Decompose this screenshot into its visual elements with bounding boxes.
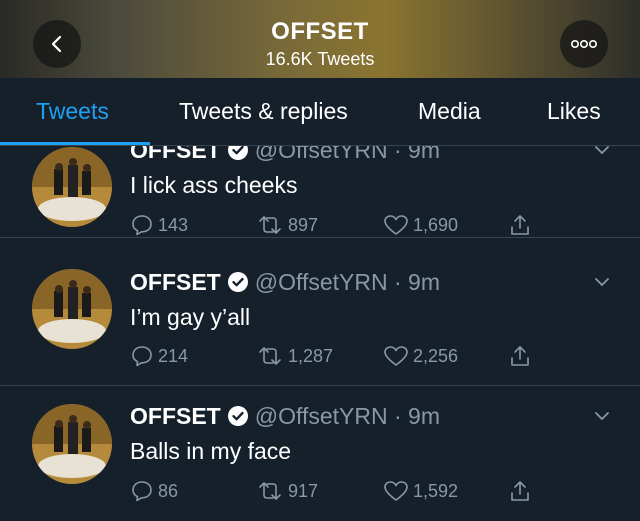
retweet-count: 1,287 (288, 345, 334, 366)
tweet-header: OFFSET @OffsetYRN · 9m (130, 403, 440, 429)
author-name[interactable]: OFFSET (130, 269, 221, 295)
tweet-count: 16.6K Tweets (265, 49, 375, 69)
author-name[interactable]: OFFSET (130, 403, 221, 429)
tab-tweets-replies[interactable]: Tweets & replies (179, 98, 348, 125)
heart-icon (384, 215, 408, 235)
chevron-down-icon[interactable] (594, 277, 610, 287)
retweet-button[interactable]: 1,287 (256, 344, 333, 368)
retweet-button[interactable]: 897 (256, 213, 318, 237)
more-options-icon (570, 39, 597, 49)
avatar[interactable] (32, 269, 112, 349)
share-button[interactable] (508, 344, 536, 368)
like-count: 2,256 (413, 345, 459, 366)
like-button[interactable]: 2,256 (383, 344, 458, 368)
tweet-text: I’m gay y’all (130, 304, 251, 330)
tweet-header: OFFSET @OffsetYRN · 9m (130, 146, 440, 164)
heart-icon (384, 346, 408, 366)
share-button[interactable] (508, 213, 536, 237)
retweet-count: 917 (288, 480, 319, 501)
tweet[interactable]: OFFSET @OffsetYRN · 9m Balls in my face 8… (0, 386, 640, 520)
share-icon (511, 481, 529, 501)
author-handle[interactable]: @OffsetYRN (255, 146, 388, 163)
profile-tabs: Tweets Tweets & replies Media Likes (0, 78, 640, 144)
tweet[interactable]: OFFSET @OffsetYRN · 9m I’m gay y’all 214 … (0, 251, 640, 386)
tweet-text: Balls in my face (130, 438, 292, 464)
tweet-time: 9m (408, 269, 440, 295)
reply-button[interactable]: 214 (130, 344, 188, 368)
more-button[interactable] (560, 20, 608, 68)
retweet-icon (259, 482, 281, 500)
like-count: 1,592 (413, 480, 459, 501)
like-count: 1,690 (413, 214, 459, 235)
profile-header: OFFSET 16.6K Tweets (0, 0, 640, 78)
verified-badge-icon (227, 272, 248, 292)
avatar-image (32, 147, 112, 227)
share-icon (511, 215, 529, 235)
avatar[interactable] (32, 404, 112, 484)
tweet-time: 9m (408, 403, 440, 429)
retweet-count: 897 (288, 214, 319, 235)
reply-count: 214 (158, 345, 189, 366)
tweet-time: 9m (408, 146, 440, 163)
author-name[interactable]: OFFSET (130, 146, 221, 163)
retweet-icon (259, 216, 281, 234)
share-button[interactable] (508, 479, 536, 503)
retweet-icon (259, 347, 281, 365)
tweet-text: I lick ass cheeks (130, 172, 298, 198)
profile-name: OFFSET (271, 18, 369, 45)
like-button[interactable]: 1,690 (383, 213, 458, 237)
reply-icon (132, 346, 152, 367)
tab-tweets[interactable]: Tweets (36, 98, 109, 125)
chevron-down-icon[interactable] (594, 146, 610, 155)
avatar-image (32, 404, 112, 484)
verified-badge-icon (227, 146, 248, 160)
timeline[interactable]: OFFSET @OffsetYRN · 9m I lick ass cheeks … (0, 146, 640, 521)
heart-icon (384, 481, 408, 501)
reply-button[interactable]: 143 (130, 213, 188, 237)
reply-count: 143 (158, 214, 189, 235)
like-button[interactable]: 1,592 (383, 479, 458, 503)
reply-button[interactable]: 86 (130, 479, 178, 503)
retweet-button[interactable]: 917 (256, 479, 318, 503)
reply-icon (132, 215, 152, 236)
tab-media[interactable]: Media (418, 98, 481, 125)
tweet[interactable]: OFFSET @OffsetYRN · 9m I lick ass cheeks … (0, 146, 640, 238)
reply-icon (132, 481, 152, 502)
avatar-image (32, 269, 112, 349)
reply-count: 86 (158, 480, 179, 501)
tweet-header: OFFSET @OffsetYRN · 9m (130, 269, 440, 295)
chevron-down-icon[interactable] (594, 411, 610, 421)
author-handle[interactable]: @OffsetYRN (255, 269, 388, 295)
share-icon (511, 346, 529, 366)
author-handle[interactable]: @OffsetYRN (255, 403, 388, 429)
avatar[interactable] (32, 147, 112, 227)
verified-badge-icon (227, 406, 248, 426)
tab-likes[interactable]: Likes (547, 98, 601, 125)
